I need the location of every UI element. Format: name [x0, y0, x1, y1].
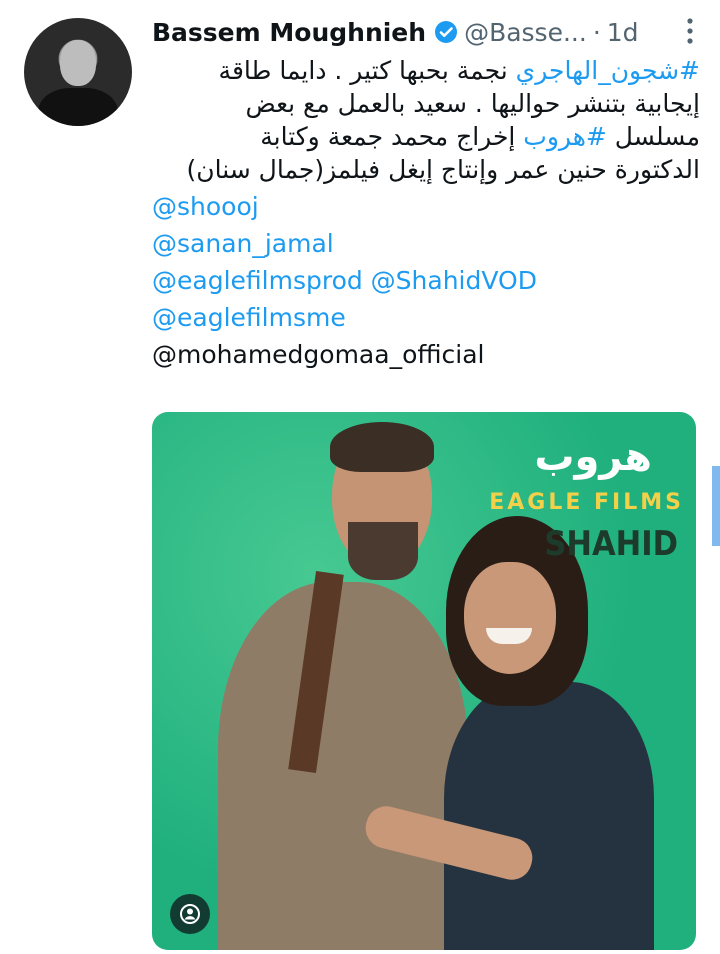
author-name[interactable]: Bassem Moughnieh — [152, 18, 426, 47]
media-man-hair — [330, 422, 434, 472]
tweet-line-3-end: إخراج محمد جمعة وكتابة — [260, 122, 524, 151]
mention-sanan-jamal[interactable]: @sanan_jamal — [152, 225, 700, 262]
header-separator: · — [592, 17, 601, 47]
author-handle[interactable]: @Basse... — [464, 18, 587, 47]
tweet-body: #شجون_الهاجري نجمة بحبها كتير . دايما طا… — [152, 54, 700, 373]
hashtag-shjoon[interactable]: #شجون_الهاجري — [516, 56, 700, 85]
scroll-indicator[interactable] — [712, 466, 720, 546]
media-woman-face — [464, 562, 556, 674]
mention-mohamedgomaa: @mohamedgomaa_official — [152, 340, 485, 369]
tweet-line-1-text: نجمة بحبها كتير . دايما طاقة — [218, 56, 516, 85]
tweet-line-3: مسلسل #هروب إخراج محمد جمعة وكتابة — [152, 120, 700, 153]
more-vertical-icon[interactable] — [678, 14, 702, 48]
avatar-body — [38, 88, 118, 126]
hashtag-horoub[interactable]: #هروب — [523, 122, 607, 151]
media-man-beard — [348, 522, 418, 580]
tweet-media-image[interactable]: هروب EAGLE FILMS SHAHID — [152, 412, 696, 950]
mention-eaglefilmsprod-shahidvod[interactable]: @eaglefilmsprod @ShahidVOD — [152, 262, 700, 299]
tweet-line-2: إيجابية بتنشر حواليها . سعيد بالعمل مع ب… — [245, 89, 700, 118]
media-woman-body — [444, 682, 654, 950]
tagged-people-button[interactable] — [170, 894, 210, 934]
media-title-arabic: هروب — [534, 434, 652, 480]
tweet-line-3-start: مسلسل — [606, 122, 700, 151]
avatar-face — [60, 40, 96, 86]
person-icon — [180, 904, 200, 924]
media-platform-shahid: SHAHID — [544, 524, 678, 564]
tweet-line-1: #شجون_الهاجري نجمة بحبها كتير . دايما طا… — [152, 54, 700, 87]
media-man-body — [218, 582, 468, 950]
mention-shoooj[interactable]: @shoooj — [152, 188, 700, 225]
author-avatar[interactable] — [24, 18, 132, 126]
tweet-time[interactable]: 1d — [607, 18, 639, 47]
tweet-header: Bassem Moughnieh @Basse... · 1d — [152, 12, 702, 52]
tweet-line-4: الدكتورة حنين عمر وإنتاج إيغل فيلمز(جمال… — [186, 155, 701, 184]
media-brand-eagle-films: EAGLE FILMS — [489, 490, 684, 515]
mention-eaglefilmsme[interactable]: @eaglefilmsme — [152, 299, 700, 336]
verified-badge-icon — [435, 21, 458, 43]
